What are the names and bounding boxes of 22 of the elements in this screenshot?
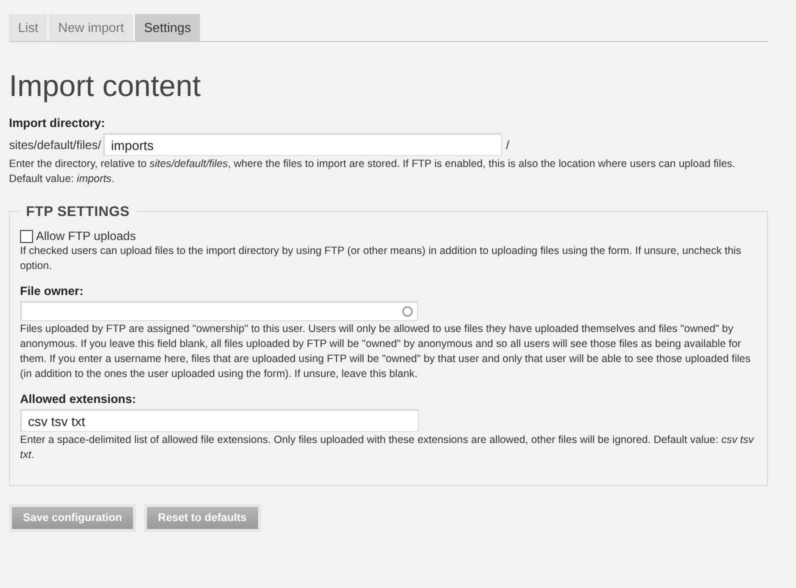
field-label: Import directory:: [9, 116, 106, 130]
input-field[interactable]: csv tsv txt: [20, 409, 419, 432]
tab[interactable]: New import: [49, 14, 133, 41]
section-title: FTP SETTINGS: [25, 203, 131, 219]
field-description: Enter the directory, relative to sites/default/files, where the files to import are stored. If FTP is enabled, this is also the location where users can upload files. Default value: imports.: [9, 157, 736, 187]
path-suffix: /: [506, 138, 510, 152]
field-label: Allowed extensions:: [20, 392, 138, 406]
input-field[interactable]: imports: [103, 133, 502, 156]
form-button[interactable]: Save configuration: [9, 504, 136, 532]
field-label: File owner:: [20, 284, 84, 298]
field-description: Files uploaded by FTP are assigned "ownership" to this user. Users will only be allowed to use files they have uploaded themselves and files "owned" by anonymous. If you leave this field blank, all files uploaded by FTP will be "owned" by anonymous and so all users will see those files as being available for them. If you enter a username here, files that are uploaded using FTP will be "owned" by that user and only that user will be able to see those uploaded files (in addition to the ones the user uploaded using the form). If unsure, leave this blank.: [20, 322, 752, 382]
tab[interactable]: List: [9, 14, 48, 41]
path-prefix: sites/default/files/: [9, 138, 102, 152]
checkbox-label: Allow FTP uploads: [36, 229, 136, 243]
field-description: Enter a space-delimited list of allowed file extensions. Only files uploaded with these extensions are allowed, other files will be ignored. Default value: csv tsv txt.: [20, 433, 755, 463]
checkbox[interactable]: [20, 230, 33, 242]
form-button[interactable]: Reset to defaults: [144, 504, 261, 532]
tab[interactable]: Settings: [134, 14, 200, 41]
page-title: Import content: [9, 70, 202, 104]
autocomplete-field[interactable]: [20, 301, 418, 321]
throbber-icon: [402, 306, 413, 317]
field-description: If checked users can upload files to the import directory by using FTP (or other means) in addition to uploading files using the form. If unsure, uncheck this option.: [20, 244, 742, 274]
